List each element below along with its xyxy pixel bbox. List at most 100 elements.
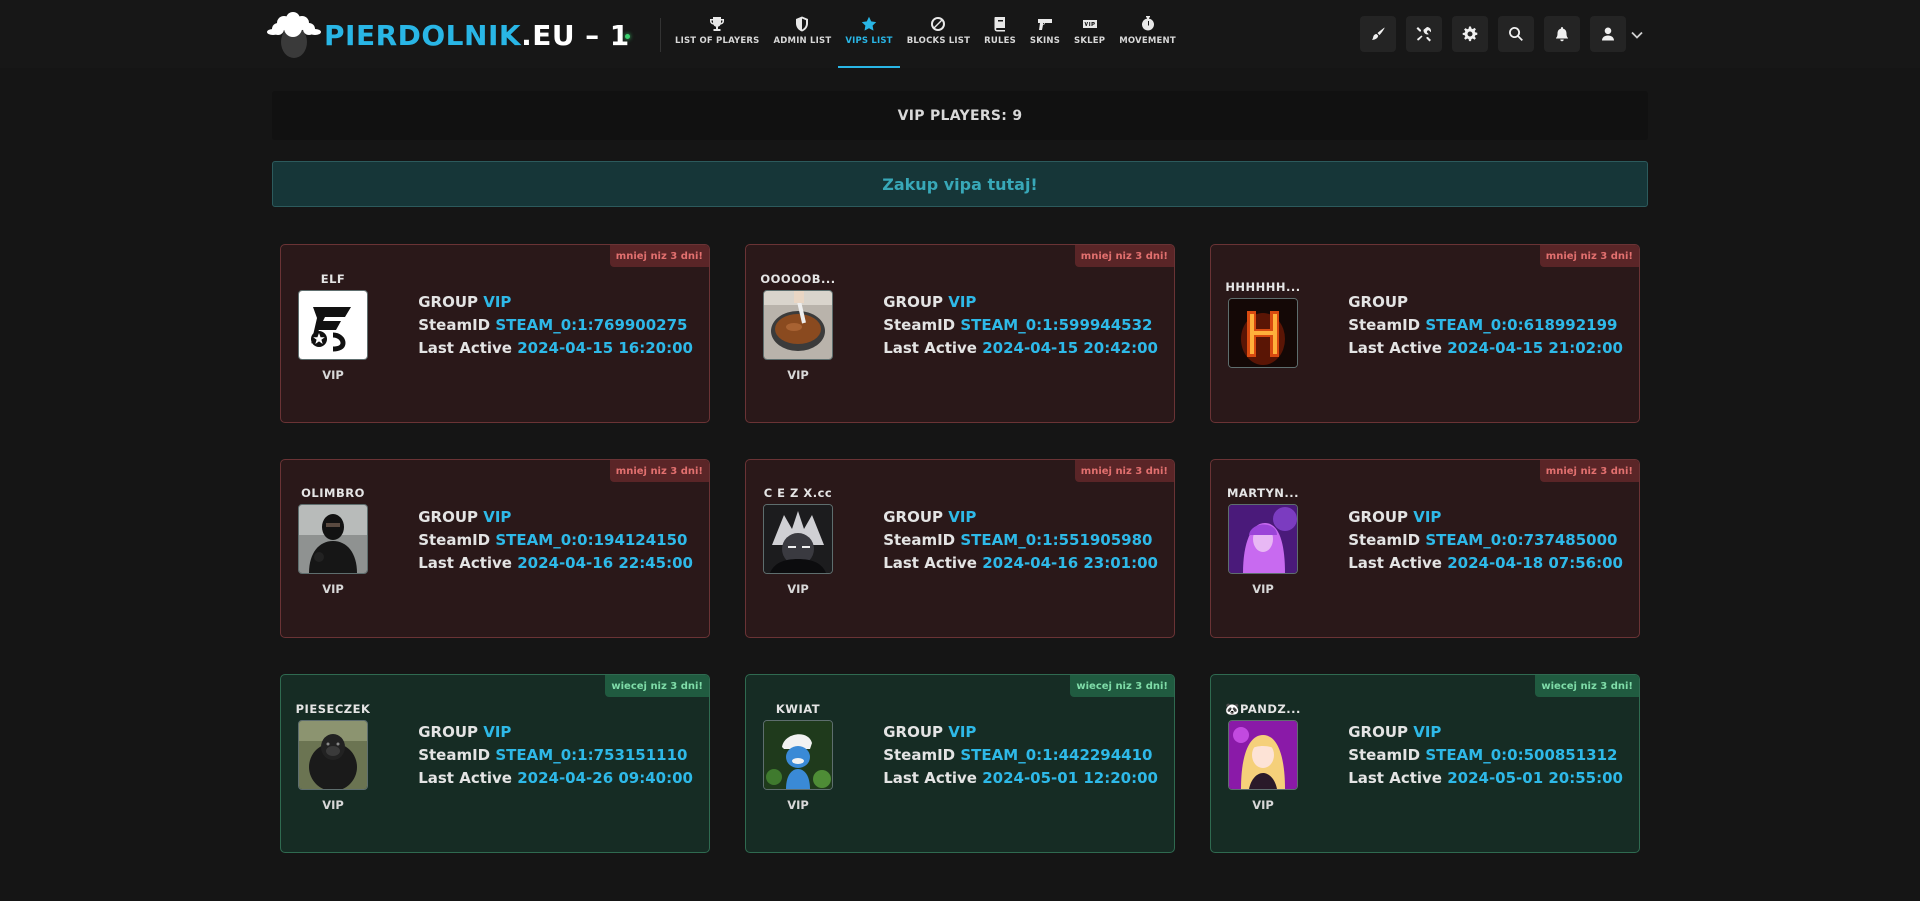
avatar[interactable] [298, 504, 368, 574]
nav-label: RULES [984, 36, 1016, 46]
player-info: GROUP VIP SteamID STEAM_0:1:551905980 La… [883, 506, 1158, 575]
avatar[interactable] [763, 290, 833, 360]
expiry-badge: mniej niz 3 dni! [1074, 245, 1174, 267]
settings-button[interactable] [1452, 16, 1488, 52]
last-active-value: 2024-04-18 07:56:00 [1447, 554, 1623, 572]
stopwatch-icon [1141, 16, 1154, 31]
nav-label: MOVEMENT [1119, 36, 1176, 46]
steamid-value[interactable]: STEAM_0:0:500851312 [1425, 746, 1617, 764]
nav-skins[interactable]: SKINS [1023, 0, 1067, 68]
vip-card: wiecej niz 3 dni! 🐼PANDZ... VIP GROUP VI… [1210, 674, 1640, 853]
avatar[interactable] [298, 720, 368, 790]
nav-blocks-list[interactable]: BLOCKS LIST [900, 0, 977, 68]
avatar[interactable] [1228, 720, 1298, 790]
group-label: GROUP [1348, 723, 1408, 741]
player-name: ELF [320, 272, 346, 286]
last-active-label: Last Active [418, 554, 512, 572]
notifications-button[interactable] [1544, 16, 1580, 52]
avatar[interactable] [1228, 298, 1298, 368]
steamid-value[interactable]: STEAM_0:0:194124150 [495, 531, 687, 549]
player-role: VIP [787, 368, 809, 382]
vip-count-bar: VIP PLAYERS: 9 [272, 91, 1648, 140]
player-role: VIP [322, 582, 344, 596]
last-active-label: Last Active [883, 339, 977, 357]
last-active-value: 2024-05-01 12:20:00 [982, 769, 1158, 787]
group-line: GROUP VIP [883, 721, 1158, 744]
player-name: MARTYN... [1226, 486, 1300, 500]
last-active-line: Last Active 2024-04-18 07:56:00 [1348, 552, 1623, 575]
user-icon [1602, 27, 1614, 41]
buy-vip-button[interactable]: Zakup vipa tutaj! [272, 161, 1648, 207]
vip-card: mniej niz 3 dni! HHHHHH... GROUP SteamID… [1210, 244, 1640, 423]
group-value: VIP [948, 723, 977, 741]
user-menu-dropdown[interactable] [1630, 27, 1644, 41]
nav-movement[interactable]: MOVEMENT [1112, 0, 1183, 68]
group-line: GROUP VIP [418, 291, 693, 314]
steamid-line: SteamID STEAM_0:1:551905980 [883, 529, 1158, 552]
nav-label: SKINS [1029, 36, 1061, 46]
steamid-line: SteamID STEAM_0:1:769900275 [418, 314, 693, 337]
avatar[interactable] [763, 720, 833, 790]
tools-icon [1416, 26, 1432, 42]
brush-icon [1372, 27, 1385, 40]
book-icon [994, 17, 1006, 32]
group-value: VIP [483, 293, 512, 311]
last-active-label: Last Active [418, 339, 512, 357]
nav-admin-list[interactable]: ADMIN LIST [767, 0, 839, 68]
chevron-down-icon [1631, 31, 1643, 39]
player-block: MARTYN... VIP [1223, 486, 1303, 596]
expiry-badge: mniej niz 3 dni! [609, 460, 709, 482]
steamid-value[interactable]: STEAM_0:1:551905980 [960, 531, 1152, 549]
steamid-value[interactable]: STEAM_0:1:753151110 [495, 746, 687, 764]
last-active-label: Last Active [418, 769, 512, 787]
player-info: GROUP VIP SteamID STEAM_0:1:753151110 La… [418, 721, 693, 790]
nav-vips-list[interactable]: VIPS LIST [838, 0, 901, 68]
brand-server-number: – 1 [585, 18, 630, 52]
last-active-value: 2024-04-16 22:45:00 [517, 554, 693, 572]
user-menu-button[interactable] [1590, 16, 1626, 52]
player-role: VIP [787, 798, 809, 812]
steamid-line: SteamID STEAM_0:1:442294410 [883, 744, 1158, 767]
expiry-badge: wiecej niz 3 dni! [605, 675, 709, 697]
nav-sklep[interactable]: SKLEP [1067, 0, 1112, 68]
player-block: 🐼PANDZ... VIP [1223, 702, 1303, 812]
player-role: VIP [1252, 582, 1274, 596]
steamid-value[interactable]: STEAM_0:0:737485000 [1425, 531, 1617, 549]
player-name: PIESECZEK [295, 702, 371, 716]
player-info: GROUP VIP SteamID STEAM_0:1:442294410 La… [883, 721, 1158, 790]
last-active-line: Last Active 2024-04-26 09:40:00 [418, 767, 693, 790]
admin-tools-button[interactable] [1406, 16, 1442, 52]
steamid-value[interactable]: STEAM_0:1:599944532 [960, 316, 1152, 334]
group-line: GROUP VIP [883, 506, 1158, 529]
steamid-label: SteamID [418, 316, 491, 334]
nav-label: SKLEP [1074, 36, 1106, 46]
steamid-value[interactable]: STEAM_0:1:769900275 [495, 316, 687, 334]
fire-letter-avatar [1229, 299, 1297, 367]
soup-pot-avatar [764, 291, 832, 359]
nav-label: VIPS LIST [845, 36, 893, 46]
group-line: GROUP VIP [418, 506, 693, 529]
last-active-label: Last Active [883, 769, 977, 787]
nav-rules[interactable]: RULES [977, 0, 1023, 68]
masked-person-avatar [299, 505, 367, 573]
vip-card: mniej niz 3 dni! MARTYN... VIP GROUP VIP… [1210, 459, 1640, 638]
steamid-label: SteamID [883, 746, 956, 764]
nav-list-of-players[interactable]: LIST OF PLAYERS [668, 0, 767, 68]
gun-icon [1037, 19, 1052, 30]
search-button[interactable] [1498, 16, 1534, 52]
steamid-value[interactable]: STEAM_0:1:442294410 [960, 746, 1152, 764]
main-nav: LIST OF PLAYERS ADMIN LIST VIPS LIST BLO… [668, 0, 1183, 68]
ban-icon [931, 17, 946, 31]
group-label: GROUP [418, 508, 478, 526]
steamid-line: SteamID STEAM_0:0:194124150 [418, 529, 693, 552]
brand-logo[interactable]: PIERDOLNIK.EU – 1 [266, 11, 630, 59]
avatar[interactable] [763, 504, 833, 574]
theme-brush-button[interactable] [1360, 16, 1396, 52]
nav-label: ADMIN LIST [773, 36, 832, 46]
player-block: PIESECZEK VIP [293, 702, 373, 812]
avatar[interactable] [1228, 504, 1298, 574]
gorilla-avatar [299, 721, 367, 789]
avatar[interactable] [298, 290, 368, 360]
last-active-value: 2024-05-01 20:55:00 [1447, 769, 1623, 787]
steamid-value[interactable]: STEAM_0:0:618992199 [1425, 316, 1617, 334]
